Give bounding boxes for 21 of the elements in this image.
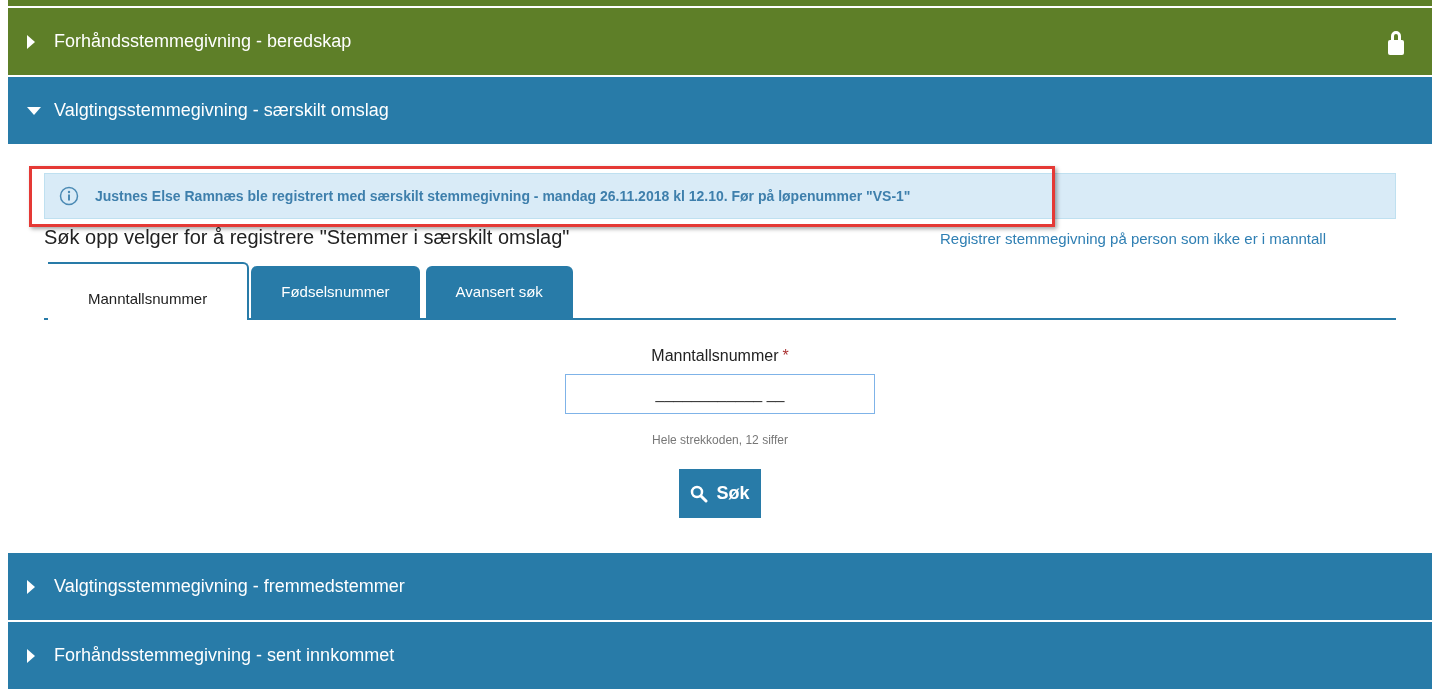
- section-header[interactable]: Valgtingsstemmegivning - særskilt omslag: [8, 77, 1432, 144]
- tab[interactable]: Avansert søk: [425, 266, 573, 318]
- info-icon: [59, 186, 79, 206]
- search-heading: Søk opp velger for å registrere "Stemmer i særskilt omslag": [44, 225, 570, 250]
- required-mark: *: [782, 346, 789, 366]
- help-text: Hele strekkoden, 12 siffer: [652, 432, 788, 449]
- field-label: Manntallsnummer: [651, 346, 779, 366]
- section-title: Forhåndsstemmegivning - beredskap: [54, 30, 352, 53]
- tab[interactable]: Fødselsnummer: [251, 266, 420, 318]
- section-header[interactable]: Valgtingsstemmegivning - fremmedstemmer: [8, 553, 1432, 620]
- section-header[interactable]: Forhåndsstemmegivning - beredskap: [8, 8, 1432, 75]
- section-header[interactable]: Forhåndsstemmegivning - sent innkommet: [8, 622, 1432, 689]
- section-title: Forhåndsstemmegivning - sent innkommet: [54, 644, 395, 667]
- alert-message: Justnes Else Ramnæs ble registrert med særskilt stemmegivning - mandag 26.11.2018 kl 12.10. Før på løpenummer "VS-1": [95, 186, 911, 206]
- section-title: Valgtingsstemmegivning - særskilt omslag: [54, 99, 389, 122]
- search-icon: [690, 484, 709, 503]
- register-link[interactable]: Registrer stemmegivning på person som ikke er i manntall: [940, 227, 1326, 250]
- tab[interactable]: Manntallsnummer: [48, 262, 250, 320]
- input-field[interactable]: ____________ __: [565, 374, 875, 414]
- section-title: Valgtingsstemmegivning - fremmedstemmer: [54, 575, 405, 598]
- search-button[interactable]: Søk: [679, 469, 761, 518]
